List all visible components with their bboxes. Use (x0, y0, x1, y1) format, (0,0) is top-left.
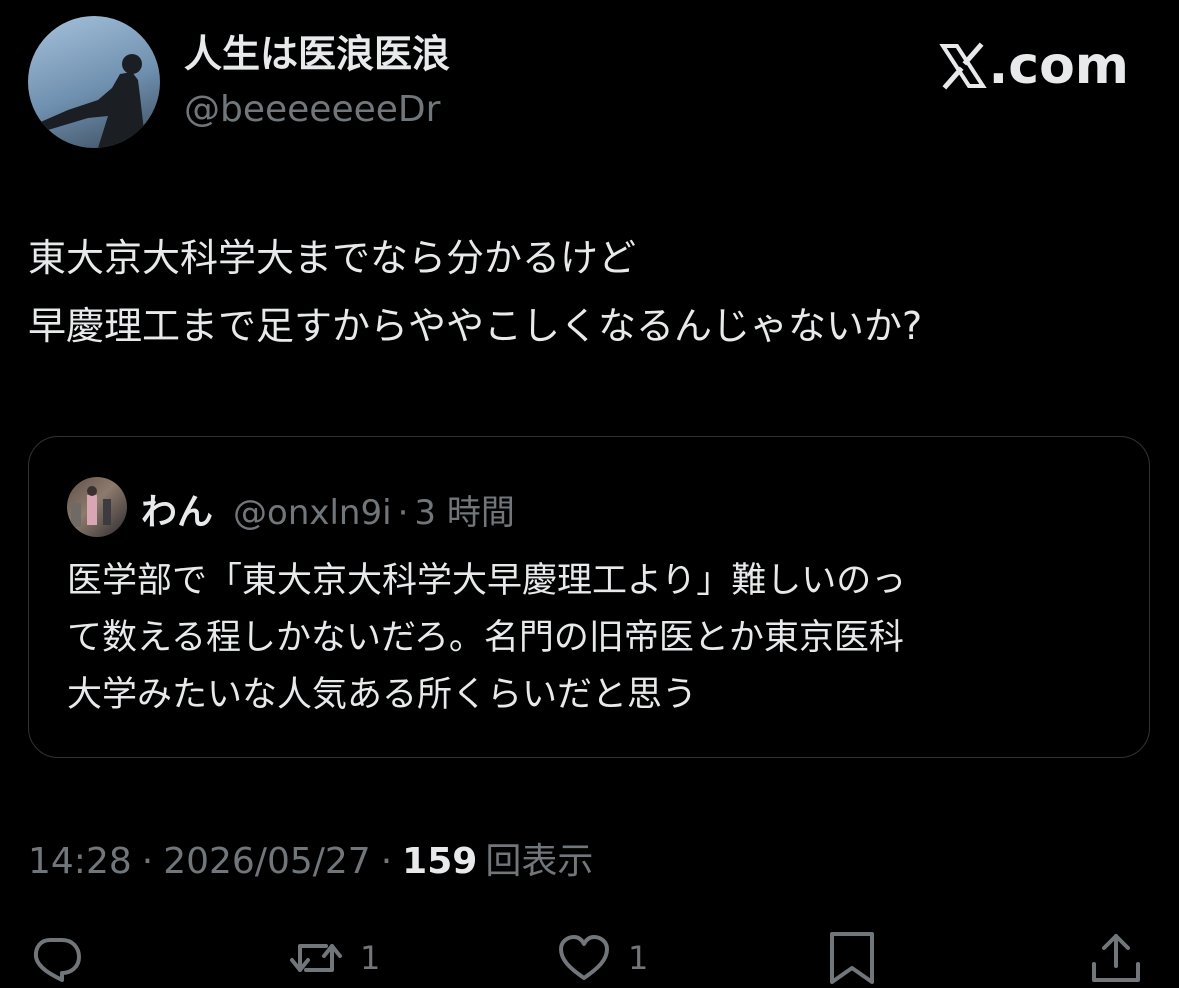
tweet-line: 早慶理工まで足すからややこしくなるんじゃないか? (28, 304, 923, 348)
quote-author-name[interactable]: わん (141, 483, 213, 535)
repost-icon (290, 944, 342, 972)
like-button[interactable]: 1 (556, 928, 648, 988)
tweet-meta: 14:28 · 2026/05/27 · 159 回表示 (28, 832, 593, 884)
avatar-statue-silhouette (36, 54, 146, 148)
meta-separator: · (380, 841, 393, 882)
bookmark-button[interactable] (824, 928, 880, 988)
quote-timestamp: 3 時間 (414, 493, 515, 533)
tweet-time[interactable]: 14:28 (28, 841, 132, 882)
views-count: 159 (402, 841, 478, 882)
bookmark-icon (830, 932, 874, 984)
tweet-date[interactable]: 2026/05/27 (163, 841, 371, 882)
meta-separator: · (141, 841, 154, 882)
quote-body: 医学部で「東大京大科学大早慶理工より」難しいのっ て数える程しかないだろ。名門の… (67, 553, 1127, 724)
share-button[interactable] (1088, 928, 1144, 988)
views-label: 回表示 (485, 841, 594, 882)
repost-count: 1 (360, 939, 381, 977)
quote-line: 大学みたいな人気ある所くらいだと思う (67, 675, 698, 715)
quote-separator: · (397, 493, 409, 533)
tweet-line: 東大京大科学大までなら分かるけど (28, 236, 637, 280)
quote-author-handle[interactable]: @onxln9i (233, 493, 392, 533)
reply-icon (33, 938, 81, 982)
reply-button[interactable] (28, 928, 84, 988)
x-logo-icon (938, 42, 987, 90)
repost-button[interactable]: 1 (288, 928, 380, 988)
author-avatar[interactable] (28, 16, 160, 148)
avatar-photo-people (71, 486, 111, 527)
x-brand-watermark: .com (938, 34, 1130, 98)
tweet-body: 東大京大科学大までなら分かるけど 早慶理工まで足すからややこしくなるんじゃないか… (28, 224, 1158, 360)
author-handle[interactable]: @beeeeeeeDr (184, 86, 440, 134)
like-count: 1 (628, 939, 649, 977)
share-icon (1092, 934, 1140, 982)
quote-line: 医学部で「東大京大科学大早慶理工より」難しいのっ (67, 561, 907, 601)
brand-domain-label: .com (988, 36, 1130, 96)
quote-author-avatar (67, 477, 127, 537)
heart-icon (559, 935, 609, 980)
quote-header: わん @onxln9i · 3 時間 (141, 483, 515, 535)
tweet-screenshot: 人生は医浪医浪 @beeeeeeeDr .com 東大京大科学大までなら分かるけ… (0, 0, 1179, 988)
quote-line: て数える程しかないだろ。名門の旧帝医とか東京医科 (67, 618, 904, 658)
quoted-tweet-card[interactable]: わん @onxln9i · 3 時間 医学部で「東大京大科学大早慶理工より」難し… (28, 436, 1150, 758)
author-display-name[interactable]: 人生は医浪医浪 (184, 30, 450, 78)
